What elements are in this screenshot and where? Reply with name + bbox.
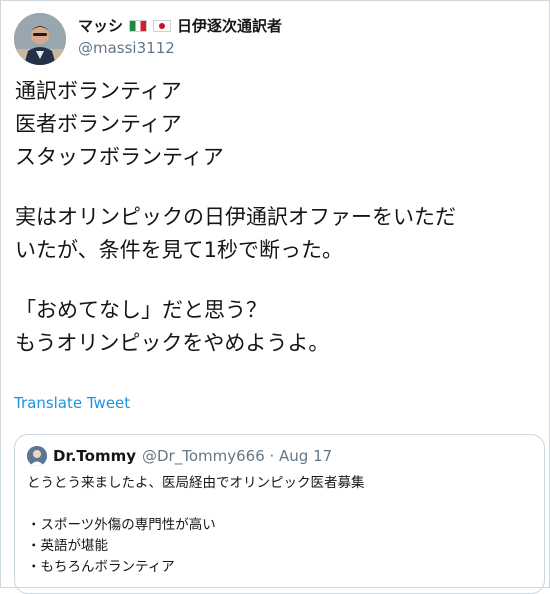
quoted-bullet: ・スポーツ外傷の専門性が高い: [27, 517, 216, 533]
quoted-avatar[interactable]: [27, 446, 47, 466]
tweet-header: マッシ 日伊逐次通訳者 @massi3112: [14, 13, 534, 65]
quoted-tweet[interactable]: Dr.Tommy @Dr_Tommy666 · Aug 17 とうとう来ましたよ…: [14, 434, 545, 594]
tweet-line: 「おめてなし」だと思う？: [15, 298, 267, 322]
tweet-text: 通訳ボランティア 医者ボランティア スタッフボランティア 実はオリンピックの日伊…: [15, 75, 545, 360]
tweet-card: マッシ 日伊逐次通訳者 @massi3112 通訳ボランティア 医者ボランティア…: [0, 0, 550, 594]
quoted-display-name[interactable]: Dr.Tommy: [53, 447, 136, 465]
translate-tweet-link[interactable]: Translate Tweet: [14, 394, 130, 412]
quoted-line: とうとう来ましたよ、医局経由でオリンピック医者募集: [27, 475, 365, 491]
tweet-line: いたが、条件を見て1秒で断った。: [15, 238, 343, 262]
quoted-tweet-header: Dr.Tommy @Dr_Tommy666 · Aug 17: [27, 446, 332, 466]
italy-flag-icon: [129, 19, 148, 32]
tweet-line: 医者ボランティア: [15, 112, 182, 136]
quoted-tweet-text: とうとう来ましたよ、医局経由でオリンピック医者募集 ・スポーツ外傷の専門性が高い…: [27, 473, 365, 578]
quoted-bullet: ・もちろんボランティア: [27, 559, 175, 575]
tweet-line: 通訳ボランティア: [15, 79, 182, 103]
quoted-avatar-icon: [27, 446, 47, 466]
tweet-line: もうオリンピックをやめようよ。: [15, 331, 330, 355]
quoted-handle-date: @Dr_Tommy666 · Aug 17: [142, 447, 333, 465]
tweet-line: スタッフボランティア: [15, 145, 224, 169]
author-handle[interactable]: @massi3112: [78, 39, 175, 57]
quoted-bullet: ・英語が堪能: [27, 538, 108, 554]
display-name-title[interactable]: 日伊逐次通訳者: [177, 15, 282, 36]
tweet-line: 実はオリンピックの日伊通訳オファーをいただ: [15, 205, 456, 229]
japan-flag-icon: [153, 19, 172, 32]
display-name[interactable]: マッシ: [78, 15, 123, 36]
author-name-row: マッシ 日伊逐次通訳者: [78, 15, 282, 36]
avatar[interactable]: [14, 13, 66, 65]
avatar-photo-icon: [14, 13, 66, 65]
